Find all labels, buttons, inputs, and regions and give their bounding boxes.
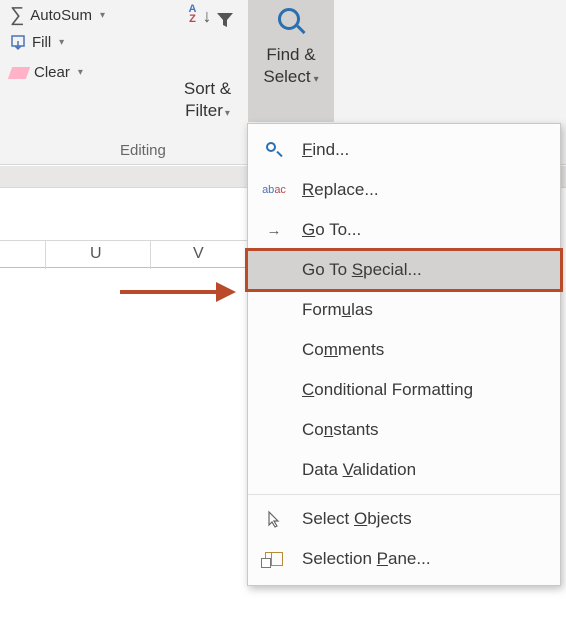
menu-constants-label: Constants: [302, 420, 379, 440]
menu-objects-label: Select Objects: [302, 509, 412, 529]
eraser-icon: [8, 67, 30, 79]
menu-separator: [248, 494, 560, 495]
fill-down-icon: [10, 35, 26, 51]
menu-replace-label: Replace...: [302, 180, 379, 200]
replace-icon: abac: [260, 178, 288, 202]
blank-icon: [260, 338, 288, 362]
blank-icon: [260, 258, 288, 282]
findselect-label-2: Select: [263, 67, 310, 86]
column-headers: U V: [0, 240, 250, 268]
menu-replace[interactable]: abac Replace...: [248, 170, 560, 210]
sigma-icon: ∑: [10, 4, 24, 27]
blank-icon: [260, 378, 288, 402]
chevron-down-icon[interactable]: ▾: [314, 74, 319, 85]
fill-button[interactable]: Fill ▾: [10, 34, 64, 51]
menu-find[interactable]: Find...: [248, 130, 560, 170]
sort-filter-button[interactable]: AZ ↓ Sort & Filter▾: [175, 4, 240, 125]
menu-formulas-label: Formulas: [302, 300, 373, 320]
menu-selection-pane[interactable]: Selection Pane...: [248, 539, 560, 579]
group-label-editing: Editing: [120, 142, 166, 159]
sortfilter-label-2: Filter: [185, 101, 223, 120]
blank-icon: [260, 298, 288, 322]
find-select-button[interactable]: Find & Select ▾: [248, 0, 334, 122]
pointer-icon: [260, 507, 288, 531]
sortfilter-label-1: Sort &: [175, 78, 240, 100]
menu-comments-label: Comments: [302, 340, 384, 360]
blank-icon: [260, 418, 288, 442]
menu-condfmt-label: Conditional Formatting: [302, 380, 473, 400]
chevron-down-icon[interactable]: ▾: [225, 108, 230, 119]
search-icon: [260, 138, 288, 162]
sort-filter-icon: AZ ↓: [183, 4, 233, 38]
menu-comments[interactable]: Comments: [248, 330, 560, 370]
menu-conditional-formatting[interactable]: Conditional Formatting: [248, 370, 560, 410]
autosum-label: AutoSum: [30, 7, 92, 24]
menu-pane-label: Selection Pane...: [302, 549, 431, 569]
menu-goto-special[interactable]: Go To Special...: [247, 250, 561, 290]
clear-button[interactable]: Clear ▾: [10, 64, 83, 81]
callout-arrow: [120, 280, 240, 304]
arrow-right-icon: →: [260, 218, 288, 242]
fill-label: Fill: [32, 34, 51, 51]
chevron-down-icon[interactable]: ▾: [78, 67, 83, 78]
menu-select-objects[interactable]: Select Objects: [248, 499, 560, 539]
column-header-u[interactable]: U: [90, 245, 102, 263]
menu-goto-label: Go To...: [302, 220, 361, 240]
menu-goto[interactable]: → Go To...: [248, 210, 560, 250]
menu-datavalid-label: Data Validation: [302, 460, 416, 480]
chevron-down-icon[interactable]: ▾: [59, 37, 64, 48]
clear-label: Clear: [34, 64, 70, 81]
blank-icon: [260, 458, 288, 482]
menu-find-label: Find...: [302, 140, 349, 160]
selection-pane-icon: [260, 547, 288, 571]
find-select-dropdown: Find... abac Replace... → Go To... Go To…: [247, 123, 561, 586]
column-header-v[interactable]: V: [193, 245, 204, 263]
autosum-button[interactable]: ∑ AutoSum ▾: [10, 4, 105, 27]
findselect-label-1: Find &: [248, 44, 334, 66]
menu-goto-special-label: Go To Special...: [302, 260, 422, 280]
menu-data-validation[interactable]: Data Validation: [248, 450, 560, 490]
chevron-down-icon[interactable]: ▾: [100, 10, 105, 21]
menu-constants[interactable]: Constants: [248, 410, 560, 450]
magnifier-icon: [274, 6, 308, 40]
menu-formulas[interactable]: Formulas: [248, 290, 560, 330]
